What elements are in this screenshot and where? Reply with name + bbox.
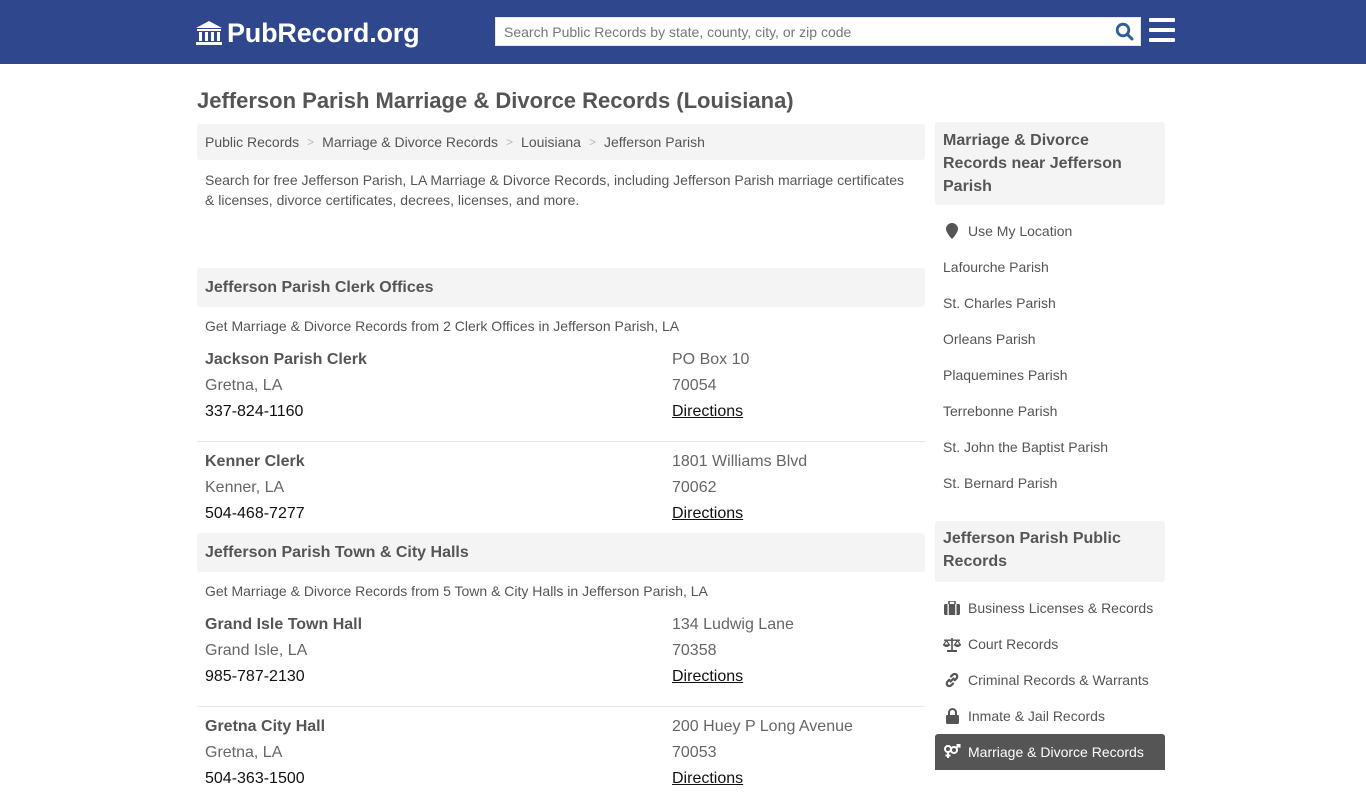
record-phone[interactable]: 504-468-7277 — [205, 501, 305, 527]
logo-text: PubRecord.org — [227, 17, 420, 48]
sidebar-item-label: Business Licenses & Records — [968, 600, 1154, 616]
record-city: Grand Isle, LA — [205, 642, 308, 659]
intro-text: Search for free Jefferson Parish, LA Mar… — [205, 172, 905, 208]
site-logo[interactable]: PubRecord.org — [195, 17, 420, 49]
section-description: Get Marriage & Divorce Records from 5 To… — [205, 583, 708, 599]
sidebar-item-business-licenses[interactable]: Business Licenses & Records — [935, 590, 1165, 626]
use-my-location-label: Use My Location — [968, 223, 1073, 239]
record-city: Kenner, LA — [205, 479, 285, 496]
record-zip: 70053 — [672, 744, 717, 761]
public-records-list: Business Licenses & Records Court Record… — [935, 582, 1165, 770]
record-address: 1801 Williams Blvd — [672, 453, 808, 470]
section-heading-clerk-offices: Jefferson Parish Clerk Offices — [197, 268, 925, 307]
sidebar-item-marriage-divorce-records[interactable]: Marriage & Divorce Records — [935, 734, 1165, 770]
section-heading-town-city-halls: Jefferson Parish Town & City Halls — [197, 533, 925, 572]
record-address: PO Box 10 — [672, 351, 750, 368]
nearby-link[interactable]: Orleans Parish — [935, 321, 1165, 357]
record-city: Gretna, LA — [205, 377, 283, 394]
record-name: Grand Isle Town Hall — [205, 616, 363, 633]
gender-icon — [943, 744, 961, 760]
directions-link[interactable]: Directions — [672, 505, 743, 522]
public-records-heading: Jefferson Parish Public Records — [935, 521, 1165, 582]
record-name: Gretna City Hall — [205, 718, 326, 735]
directions-link[interactable]: Directions — [672, 668, 743, 685]
search-icon — [1115, 22, 1133, 41]
sidebar-item-label: Court Records — [968, 636, 1059, 652]
record-zip: 70054 — [672, 377, 717, 394]
courthouse-icon — [196, 21, 222, 45]
record-item: Grand Isle Town Hall Grand Isle, LA 985-… — [197, 612, 925, 707]
record-city: Gretna, LA — [205, 744, 283, 761]
sidebar-item-label: Marriage & Divorce Records — [968, 744, 1144, 760]
nearby-link[interactable]: St. Bernard Parish — [935, 465, 1165, 501]
link-icon — [943, 672, 961, 688]
map-marker-icon — [943, 223, 961, 239]
top-navbar: PubRecord.org — [0, 0, 1366, 64]
sidebar-item-court-records[interactable]: Court Records — [935, 626, 1165, 662]
use-my-location-link[interactable]: Use My Location — [935, 213, 1165, 249]
search-button[interactable] — [1108, 18, 1140, 45]
record-address: 134 Ludwig Lane — [672, 616, 794, 633]
record-item: Kenner Clerk Kenner, LA 504-468-7277 180… — [197, 442, 925, 537]
record-phone[interactable]: 337-824-1160 — [205, 399, 367, 425]
record-phone[interactable]: 504-363-1500 — [205, 766, 325, 792]
record-item: Jackson Parish Clerk Gretna, LA 337-824-… — [197, 347, 925, 442]
nearby-link[interactable]: St. John the Baptist Parish — [935, 429, 1165, 465]
nearby-link[interactable]: Plaquemines Parish — [935, 357, 1165, 393]
breadcrumb-marriage-divorce[interactable]: Marriage & Divorce Records — [322, 134, 498, 150]
record-address: 200 Huey P Long Avenue — [672, 718, 853, 735]
lock-icon — [943, 708, 961, 724]
section-description: Get Marriage & Divorce Records from 2 Cl… — [205, 318, 680, 334]
directions-link[interactable]: Directions — [672, 770, 743, 787]
directions-link[interactable]: Directions — [672, 403, 743, 420]
briefcase-icon — [943, 600, 961, 616]
hamburger-menu-icon[interactable] — [1149, 18, 1175, 42]
page-title: Jefferson Parish Marriage & Divorce Reco… — [197, 88, 794, 113]
breadcrumb-separator: > — [307, 135, 315, 149]
sidebar-item-criminal-records[interactable]: Criminal Records & Warrants — [935, 662, 1165, 698]
nearby-heading: Marriage & Divorce Records near Jefferso… — [935, 122, 1165, 205]
record-phone[interactable]: 985-787-2130 — [205, 664, 362, 690]
record-zip: 70062 — [672, 479, 717, 496]
sidebar-item-label: Criminal Records & Warrants — [968, 672, 1149, 688]
main-content: Public Records > Marriage & Divorce Reco… — [197, 124, 925, 802]
nearby-link[interactable]: Lafourche Parish — [935, 249, 1165, 285]
breadcrumb-public-records[interactable]: Public Records — [205, 134, 299, 150]
breadcrumb-louisiana[interactable]: Louisiana — [521, 134, 581, 150]
search-bar — [495, 17, 1141, 46]
nearby-list: Use My Location Lafourche Parish St. Cha… — [935, 205, 1165, 501]
record-name: Kenner Clerk — [205, 453, 305, 470]
search-input[interactable] — [496, 18, 1108, 45]
nearby-link[interactable]: St. Charles Parish — [935, 285, 1165, 321]
record-zip: 70358 — [672, 642, 717, 659]
sidebar-item-inmate-records[interactable]: Inmate & Jail Records — [935, 698, 1165, 734]
nearby-link[interactable]: Terrebonne Parish — [935, 393, 1165, 429]
breadcrumb: Public Records > Marriage & Divorce Reco… — [197, 124, 925, 160]
scales-icon — [943, 636, 961, 652]
sidebar-item-label: Inmate & Jail Records — [968, 708, 1105, 724]
sidebar: Marriage & Divorce Records near Jefferso… — [935, 122, 1165, 770]
record-name: Jackson Parish Clerk — [205, 351, 367, 368]
record-item: Gretna City Hall Gretna, LA 504-363-1500… — [197, 707, 925, 802]
breadcrumb-separator: > — [588, 135, 596, 149]
breadcrumb-separator: > — [506, 135, 514, 149]
breadcrumb-jefferson-parish[interactable]: Jefferson Parish — [604, 134, 705, 150]
